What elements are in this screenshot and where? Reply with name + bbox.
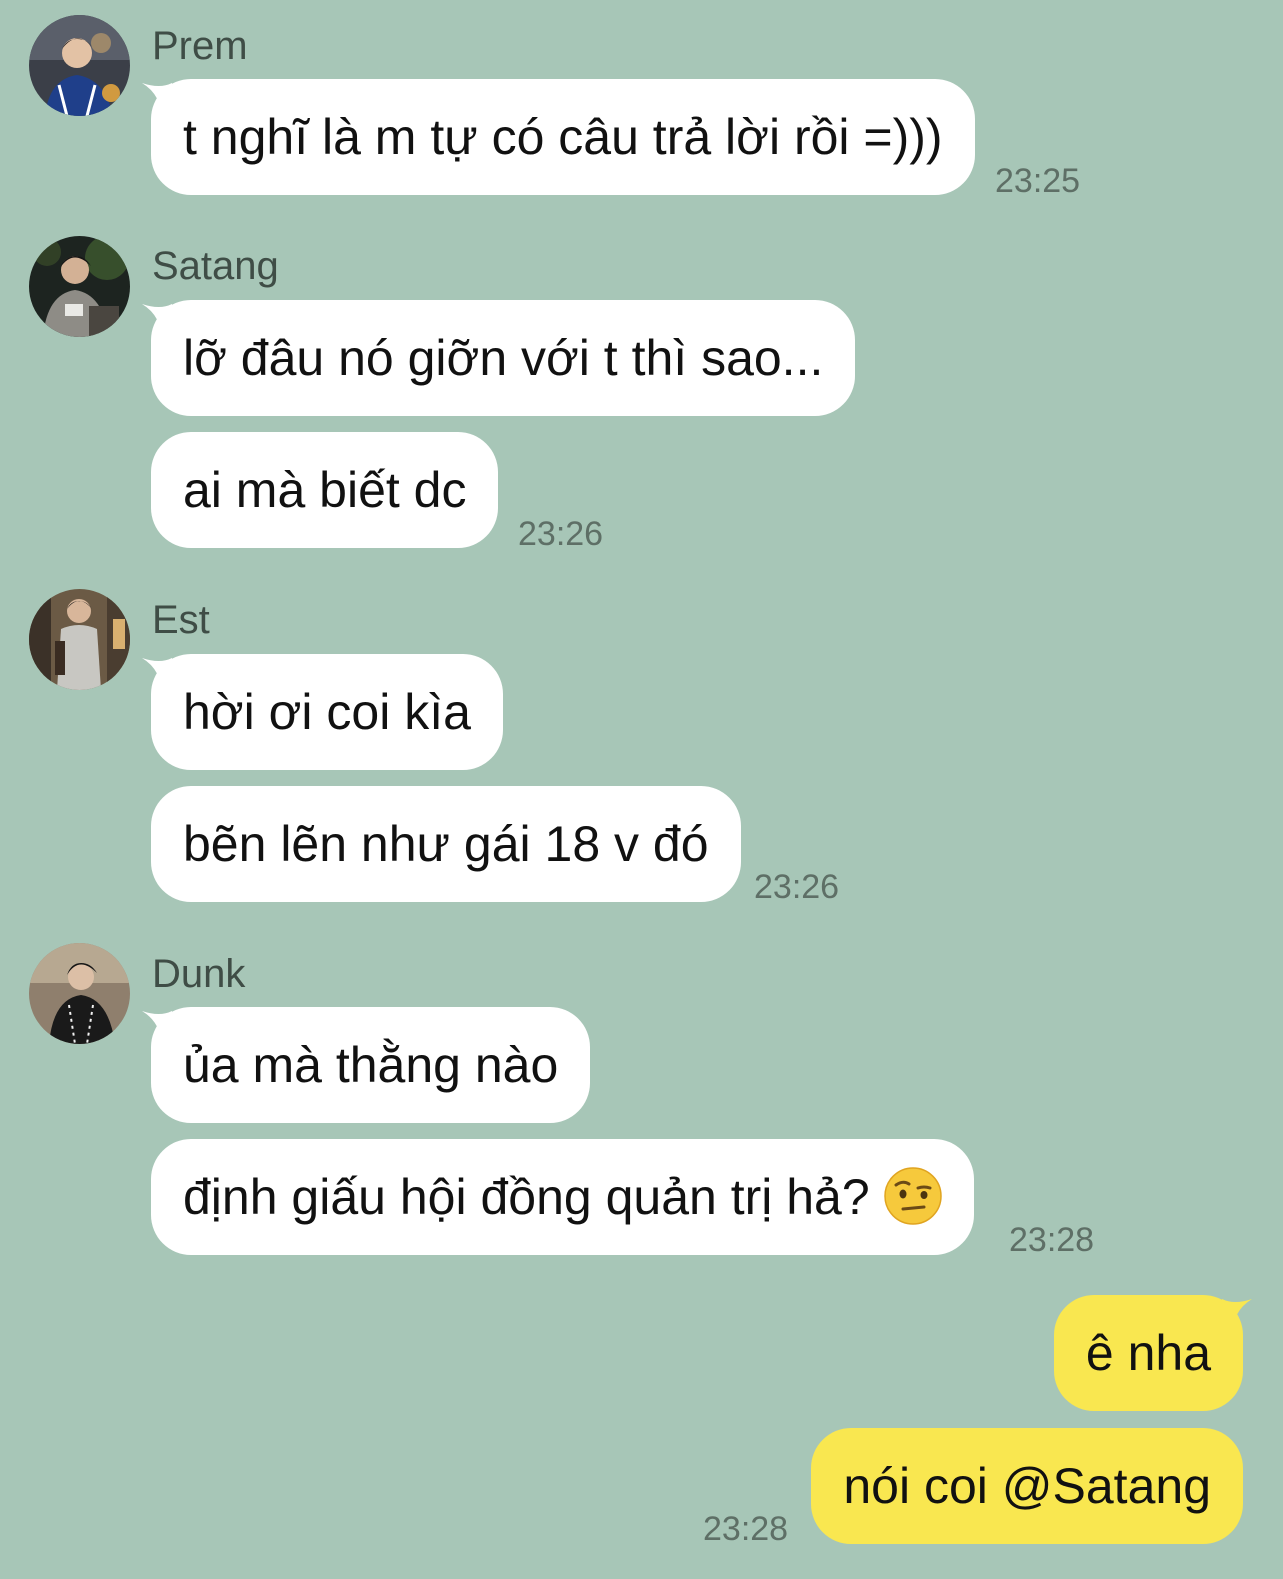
message-timestamp: 23:28 — [1009, 1221, 1095, 1259]
message-bubble[interactable]: lỡ đâu nó giỡn với t thì sao... — [151, 300, 856, 416]
avatar-satang[interactable] — [29, 236, 130, 337]
sender-name: Est — [152, 598, 210, 642]
message-bubble[interactable]: ai mà biết dc — [151, 432, 499, 548]
sender-name: Prem — [152, 24, 248, 68]
avatar-dunk[interactable] — [29, 943, 130, 1044]
sender-name: Dunk — [152, 952, 246, 996]
message-bubble[interactable]: bẽn lẽn như gái 18 v đó — [151, 786, 741, 902]
message-timestamp: 23:26 — [754, 868, 840, 906]
message-bubble[interactable]: t nghĩ là m tự có câu trả lời rồi =))) — [151, 79, 975, 195]
sender-name: Satang — [152, 244, 279, 288]
message-timestamp: 23:26 — [518, 515, 604, 553]
avatar-dunk-icon — [29, 943, 130, 1044]
message-text: định giấu hội đồng quản trị hả? — [183, 1169, 870, 1225]
outgoing-message-bubble[interactable]: ê nha — [1053, 1295, 1243, 1411]
avatar-prem-icon — [29, 15, 130, 116]
avatar-est[interactable] — [29, 589, 130, 690]
avatar-prem[interactable] — [29, 15, 130, 116]
message-bubble-with-emoji[interactable]: định giấu hội đồng quản trị hả? — [151, 1139, 974, 1255]
outgoing-message-bubble[interactable]: nói coi @Satang — [811, 1428, 1243, 1544]
message-bubble[interactable]: hời ơi coi kìa — [151, 654, 503, 770]
message-bubble[interactable]: ủa mà thằng nào — [151, 1007, 591, 1123]
face-with-raised-eyebrow-icon — [883, 1167, 942, 1225]
avatar-est-icon — [29, 589, 130, 690]
avatar-satang-icon — [29, 236, 130, 337]
message-timestamp: 23:28 — [703, 1510, 789, 1548]
message-timestamp: 23:25 — [995, 162, 1081, 200]
